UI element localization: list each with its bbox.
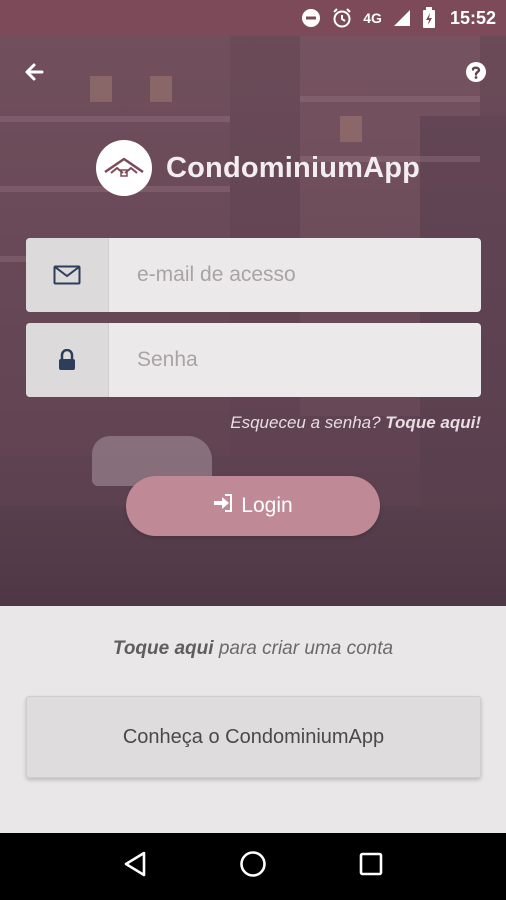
question-circle-icon (465, 61, 487, 88)
network-label: 4G (363, 10, 382, 26)
recents-square-icon (358, 851, 384, 882)
clock: 15:52 (449, 7, 496, 28)
do-not-disturb-icon (301, 8, 321, 28)
nav-back-button[interactable] (115, 847, 155, 887)
home-circle-icon (239, 850, 267, 883)
know-app-button[interactable]: Conheça o CondominiumApp (26, 696, 481, 778)
help-button[interactable] (456, 54, 496, 94)
lock-icon (26, 323, 109, 397)
forgot-password-link[interactable]: Esqueceu a senha? Toque aqui! (230, 413, 481, 433)
brand: CondominiumApp (96, 140, 420, 196)
password-input[interactable] (109, 323, 481, 397)
signal-icon (392, 8, 412, 28)
app-title: CondominiumApp (166, 151, 421, 184)
password-field[interactable] (26, 323, 481, 397)
back-button[interactable] (14, 54, 54, 94)
alarm-icon (331, 7, 353, 29)
create-account-text: para criar uma conta (218, 638, 394, 659)
battery-icon (422, 7, 436, 29)
nav-recents-button[interactable] (351, 847, 391, 887)
sign-in-icon (213, 494, 233, 518)
status-bar: 4G 15:52 (0, 0, 506, 36)
back-triangle-icon (122, 850, 148, 883)
login-label: Login (241, 494, 293, 517)
forgot-link-action[interactable]: Toque aqui! (385, 413, 481, 432)
login-button[interactable]: Login (126, 476, 380, 536)
nav-home-button[interactable] (233, 847, 273, 887)
create-account-link[interactable]: Toque aqui para criar uma conta (0, 638, 506, 660)
arrow-left-icon (22, 60, 46, 89)
email-input[interactable] (109, 238, 481, 312)
house-roof-logo (96, 140, 152, 196)
envelope-icon (26, 238, 109, 312)
create-account-action[interactable]: Toque aqui (113, 638, 214, 659)
forgot-text: Esqueceu a senha? (230, 413, 381, 432)
navigation-bar (0, 833, 506, 900)
email-field[interactable] (26, 238, 481, 312)
